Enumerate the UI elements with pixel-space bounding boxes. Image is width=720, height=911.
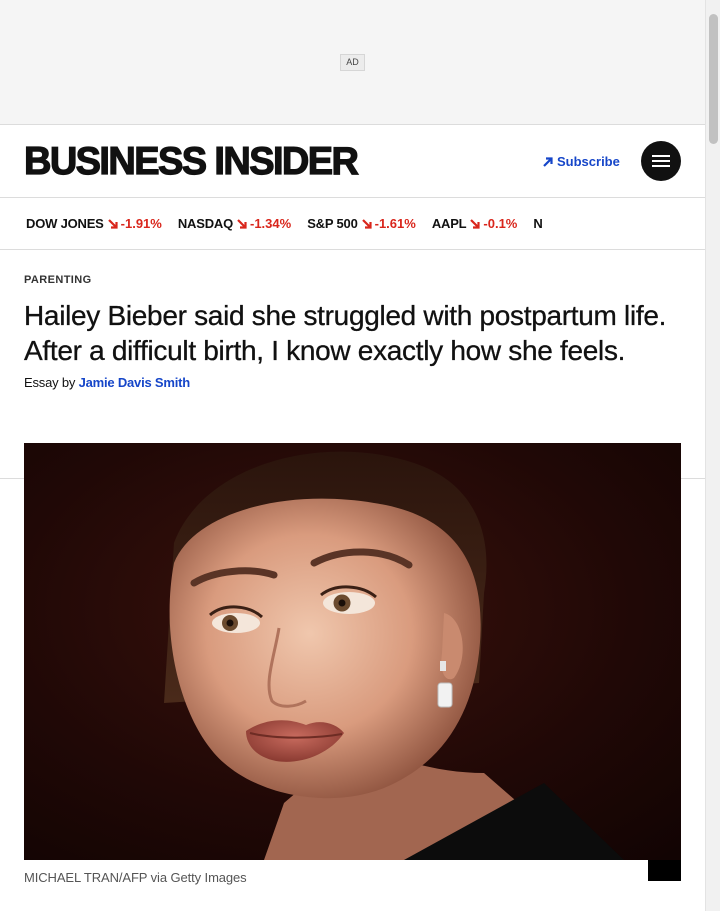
ad-label: AD [340,54,365,71]
arrow-down-right-icon [361,218,372,229]
article-headline: Hailey Bieber said she struggled with po… [24,300,667,366]
ticker-item-partial[interactable]: N [533,216,542,231]
ticker-change: -1.91% [107,216,162,231]
ticker-symbol: AAPL [431,216,467,231]
article-header: PARENTING Hailey Bieber said she struggl… [24,274,684,390]
ad-slot: AD [0,0,705,125]
ticker-symbol: S&P 500 [307,216,358,231]
hamburger-menu-icon [652,155,670,167]
ticker-symbol: N [533,216,543,231]
ticker-list: DOW JONES -1.91% NASDAQ -1.34% S&P 500 -… [26,216,543,231]
image-caption-toggle[interactable] [648,860,681,881]
subscribe-link[interactable]: Subscribe [543,154,620,169]
image-credit: MICHAEL TRAN/AFP via Getty Images [24,870,247,885]
page: AD BUSINESS INSIDER Subscribe DOW JONES [0,0,705,911]
byline: Essay by Jamie Davis Smith [24,375,684,390]
scrollbar[interactable] [705,0,720,911]
ticker-item-aapl[interactable]: AAPL -0.1% [432,216,518,231]
author-link[interactable]: Jamie Davis Smith [79,375,191,390]
subscribe-label: Subscribe [557,154,620,169]
ticker-change-value: -1.34% [250,216,292,231]
ticker-symbol: NASDAQ [177,216,233,231]
arrow-down-right-icon [470,218,481,229]
menu-button[interactable] [641,141,681,181]
hero-image [24,443,681,860]
site-logo[interactable]: BUSINESS INSIDER [23,141,359,183]
arrow-down-right-icon [237,218,247,229]
ticker-change: -1.34% [237,216,291,231]
category-label[interactable]: PARENTING [24,274,684,286]
ticker-item-nasdaq[interactable]: NASDAQ -1.34% [178,216,291,231]
market-ticker: DOW JONES -1.91% NASDAQ -1.34% S&P 500 -… [0,198,705,250]
ticker-change-value: -1.61% [374,216,416,231]
ticker-symbol: DOW JONES [26,216,104,231]
arrow-down-right-icon [107,218,118,229]
site-header: BUSINESS INSIDER Subscribe [0,125,705,198]
portrait-photo [24,443,681,860]
ticker-change-value: -1.91% [120,216,162,231]
byline-prefix: Essay by [24,375,79,390]
ticker-change: -1.61% [361,216,416,231]
ticker-item-sp500[interactable]: S&P 500 -1.61% [307,216,416,231]
scrollbar-thumb[interactable] [709,14,718,144]
ticker-change: -0.1% [470,216,517,231]
arrow-up-right-icon [543,156,553,167]
ticker-item-dow-jones[interactable]: DOW JONES -1.91% [26,216,162,231]
ticker-change-value: -0.1% [483,216,518,231]
